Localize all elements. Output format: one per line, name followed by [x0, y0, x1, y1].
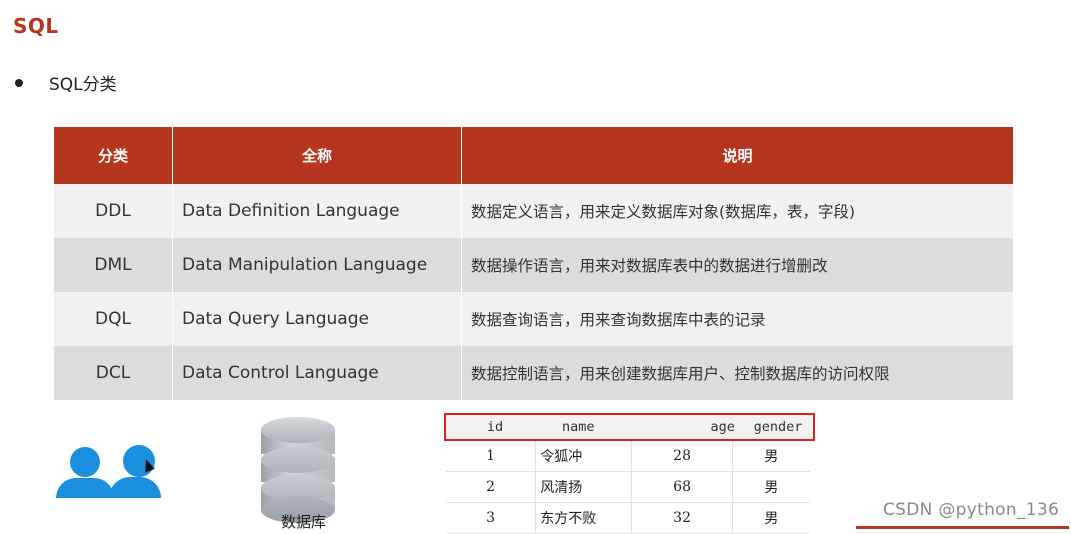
header-description: 说明: [461, 127, 1013, 184]
demo-cell-name: 风清扬: [535, 472, 633, 502]
demo-cell-gender: 男: [764, 511, 779, 527]
demo-header-id: id: [486, 419, 504, 435]
demo-cell-age: 28: [632, 441, 733, 471]
demo-cell-id: 2: [486, 479, 496, 495]
cell-desc: 数据查询语言，用来查询数据库中表的记录: [461, 292, 1013, 346]
cell-full: Data Definition Language: [172, 184, 462, 238]
cell-abbr: DML: [54, 238, 173, 292]
bullet-dot: [15, 78, 23, 87]
cell-desc: 数据定义语言，用来定义数据库对象(数据库，表，字段): [461, 184, 1013, 238]
slide-title: SQL: [13, 14, 59, 38]
cell-desc: 数据控制语言，用来创建数据库用户、控制数据库的访问权限: [461, 346, 1013, 400]
demo-cell-id: 3: [486, 510, 496, 526]
demo-header-name: name: [561, 419, 595, 435]
header-fullname: 全称: [172, 127, 462, 184]
demo-cell-id: 1: [486, 448, 496, 464]
cell-abbr: DDL: [54, 184, 173, 238]
cell-abbr: DQL: [54, 292, 173, 346]
cell-full: Data Control Language: [172, 346, 462, 400]
demo-cell-name: 令狐冲: [535, 441, 633, 471]
demo-header-gender: gender: [753, 419, 803, 435]
bullet-item: SQL分类: [13, 70, 117, 95]
table-row: DML Data Manipulation Language 数据操作语言，用来…: [54, 238, 1013, 292]
cell-abbr: DCL: [54, 346, 173, 400]
sql-category-table: 分类 全称 说明 DDL Data Definition Language 数据…: [54, 127, 1013, 400]
header-category: 分类: [54, 127, 173, 184]
table-row: 3 东方不败 32 男: [446, 503, 810, 534]
bullet-text: SQL分类: [49, 75, 117, 95]
table-row: DCL Data Control Language 数据控制语言，用来创建数据库…: [54, 346, 1013, 400]
cell-desc: 数据操作语言，用来对数据库表中的数据进行增删改: [461, 238, 1013, 292]
watermark: CSDN @python_136: [883, 500, 1060, 520]
demo-header-age: age: [710, 419, 735, 435]
demo-cell-gender: 男: [764, 480, 779, 496]
cell-full: Data Query Language: [172, 292, 462, 346]
table-row: DDL Data Definition Language 数据定义语言，用来定义…: [54, 184, 1013, 238]
table-row: 2 风清扬 68 男: [446, 472, 810, 503]
cell-full: Data Manipulation Language: [172, 238, 462, 292]
table-row: 1 令狐冲 28 男: [446, 441, 810, 472]
table-row: DQL Data Query Language 数据查询语言，用来查询数据库中表…: [54, 292, 1013, 346]
demo-cell-gender: 男: [764, 449, 779, 465]
demo-cell-age: 68: [632, 472, 733, 502]
demo-table-header: id name age gender: [444, 413, 815, 441]
